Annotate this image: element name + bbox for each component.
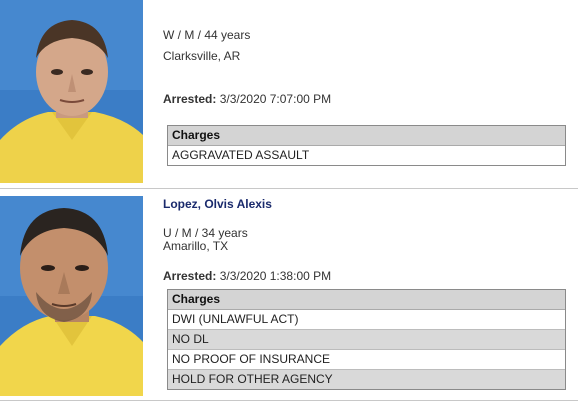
charges-table: Charges AGGRAVATED ASSAULT	[167, 125, 566, 166]
arrested-value: 3/3/2020 1:38:00 PM	[219, 269, 332, 283]
demographics: U / M / 34 years	[163, 226, 248, 240]
arrested-line: Arrested: 3/3/2020 7:07:00 PM	[163, 92, 331, 106]
arrested-line: Arrested: 3/3/2020 1:38:00 PM	[163, 269, 331, 283]
arrested-value: 3/3/2020 7:07:00 PM	[219, 92, 332, 106]
record-divider	[0, 188, 578, 189]
charges-header: Charges	[168, 290, 565, 310]
charges-table: Charges DWI (UNLAWFUL ACT) NO DL NO PROO…	[167, 289, 566, 390]
charges-header: Charges	[168, 126, 565, 146]
mugshot-photo[interactable]	[0, 0, 143, 183]
charge-row: HOLD FOR OTHER AGENCY	[168, 370, 565, 389]
charge-row: NO PROOF OF INSURANCE	[168, 350, 565, 370]
inmate-record: Lopez, Olvis Alexis U / M / 34 years Ama…	[0, 196, 578, 404]
record-divider	[0, 400, 578, 401]
inmate-name[interactable]: Lopez, Olvis Alexis	[163, 197, 272, 211]
inmate-record: W / M / 44 years Clarksville, AR Arreste…	[0, 0, 578, 189]
charge-row: NO DL	[168, 330, 565, 350]
arrested-label: Arrested:	[163, 269, 217, 283]
charge-row: AGGRAVATED ASSAULT	[172, 148, 310, 162]
location: Clarksville, AR	[163, 49, 241, 63]
mugshot-photo[interactable]	[0, 196, 143, 396]
demographics: W / M / 44 years	[163, 28, 251, 42]
location: Amarillo, TX	[163, 239, 229, 253]
arrested-label: Arrested:	[163, 92, 217, 106]
charge-row: DWI (UNLAWFUL ACT)	[168, 310, 565, 330]
